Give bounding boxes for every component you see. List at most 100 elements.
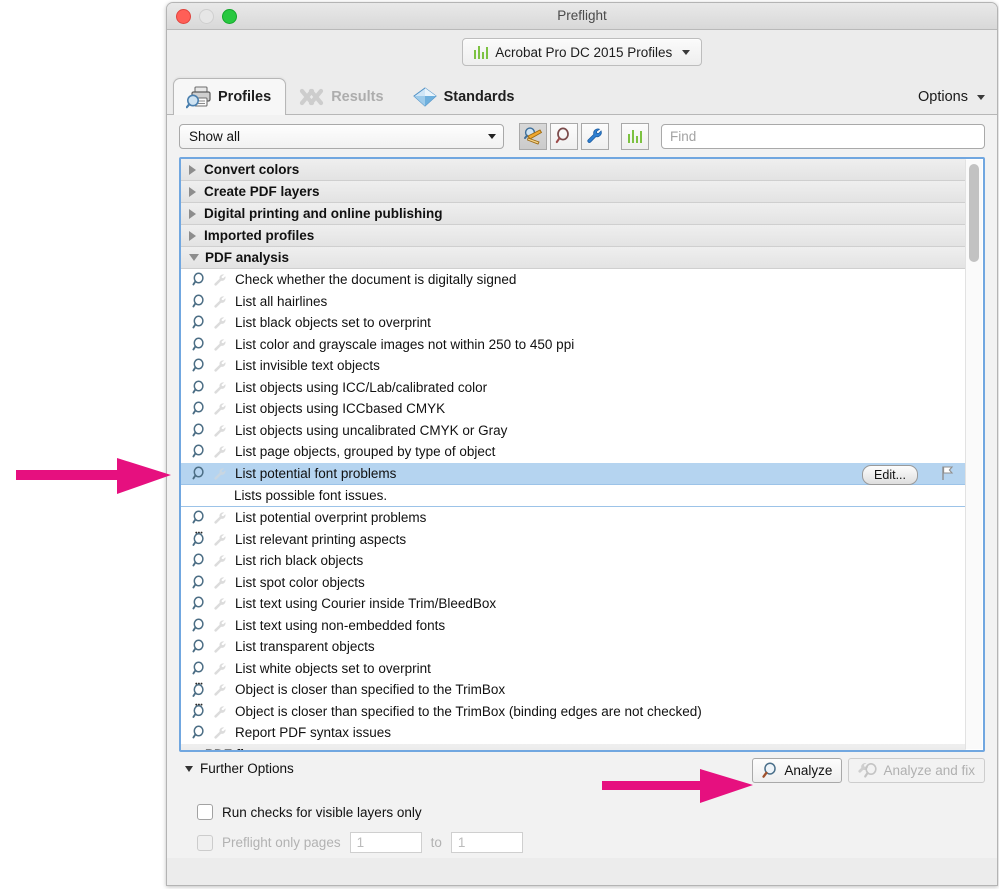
group-label: Create PDF layers bbox=[204, 184, 320, 199]
magnifier-icon bbox=[189, 596, 209, 611]
magnifier-icon bbox=[189, 510, 209, 525]
tab-standards[interactable]: Standards bbox=[399, 78, 530, 115]
wrench-icon-disabled bbox=[209, 683, 231, 696]
arrow-pointing-to-analyze-button bbox=[600, 766, 755, 806]
magnifier-icon bbox=[189, 423, 209, 438]
list-item-label: List text using non-embedded fonts bbox=[235, 617, 446, 633]
filter-dropdown[interactable]: Show all bbox=[179, 123, 504, 149]
wrench-icon-disabled bbox=[209, 554, 231, 567]
preflight-window: Preflight Acrobat Pro DC 2015 Profiles P… bbox=[166, 2, 998, 886]
group-label: PDF analysis bbox=[205, 250, 290, 265]
options-menu-button[interactable]: Options bbox=[918, 89, 985, 105]
group-label: Convert colors bbox=[204, 162, 300, 177]
list-item[interactable]: List rich black objects bbox=[181, 550, 966, 572]
list-item[interactable]: Report PDF syntax issues bbox=[181, 722, 966, 744]
magnifier-icon bbox=[189, 725, 209, 740]
edit-button[interactable]: Edit... bbox=[862, 464, 918, 485]
magnifier-icon bbox=[189, 639, 209, 654]
fixup-profiles-button[interactable] bbox=[581, 122, 609, 150]
triangle-right-icon bbox=[189, 208, 196, 219]
tab-results[interactable]: Results bbox=[286, 78, 398, 115]
favorite-profiles-button[interactable] bbox=[519, 122, 547, 150]
group-header-pdf-analysis[interactable]: PDF analysis bbox=[181, 247, 966, 269]
analyze-only-profiles-button[interactable] bbox=[550, 122, 578, 150]
group-header-digital-printing[interactable]: Digital printing and online publishing bbox=[181, 203, 966, 225]
list-item[interactable]: List transparent objects bbox=[181, 636, 966, 658]
list-item-label: List all hairlines bbox=[235, 293, 328, 309]
page-to-input[interactable]: 1 bbox=[450, 832, 523, 853]
list-item[interactable]: List text using non-embedded fonts bbox=[181, 615, 966, 637]
further-options-section: Further Options Analyze Analyze and fix … bbox=[179, 752, 985, 858]
analyze-button[interactable]: Analyze bbox=[752, 758, 843, 783]
all-profiles-button[interactable] bbox=[621, 122, 649, 150]
visible-layers-option[interactable]: Run checks for visible layers only bbox=[197, 804, 422, 820]
wrench-icon-disabled bbox=[209, 359, 231, 372]
group-header-pdf-fixups[interactable]: PDF fixups bbox=[181, 743, 966, 751]
filter-dropdown-value: Show all bbox=[189, 128, 241, 144]
triangle-right-icon bbox=[189, 230, 196, 241]
visible-layers-checkbox[interactable] bbox=[197, 804, 213, 820]
magnifier-icon bbox=[189, 618, 209, 633]
list-item[interactable]: List color and grayscale images not with… bbox=[181, 334, 966, 356]
wrench-icon-disabled bbox=[209, 597, 231, 610]
analyze-button-group: Analyze Analyze and fix bbox=[752, 758, 985, 783]
list-item-selected[interactable]: List potential font problems Edit... bbox=[181, 462, 966, 485]
list-item[interactable]: List page objects, grouped by type of ob… bbox=[181, 441, 966, 463]
list-item[interactable]: Object is closer than specified to the T… bbox=[181, 701, 966, 723]
list-item[interactable]: List all hairlines bbox=[181, 291, 966, 313]
profile-chooser-bar: Acrobat Pro DC 2015 Profiles bbox=[167, 30, 997, 74]
list-item[interactable]: List objects using ICC/Lab/calibrated co… bbox=[181, 377, 966, 399]
list-item[interactable]: List invisible text objects bbox=[181, 355, 966, 377]
list-item-label: List objects using uncalibrated CMYK or … bbox=[235, 422, 508, 438]
magnifier-icon bbox=[189, 466, 209, 481]
wrench-icon-disabled bbox=[209, 467, 231, 480]
magnifier-icon bbox=[189, 401, 209, 416]
list-item[interactable]: List spot color objects bbox=[181, 572, 966, 594]
page-from-input[interactable]: 1 bbox=[349, 832, 422, 853]
wrench-magnifier-icon bbox=[858, 762, 878, 779]
flag-dropdown[interactable] bbox=[941, 465, 958, 481]
profile-chooser-dropdown[interactable]: Acrobat Pro DC 2015 Profiles bbox=[461, 38, 703, 66]
wrench-icon-disabled bbox=[209, 705, 231, 718]
list-item[interactable]: List black objects set to overprint bbox=[181, 312, 966, 334]
wrench-icon-disabled bbox=[209, 316, 231, 329]
list-item[interactable]: Object is closer than specified to the T… bbox=[181, 679, 966, 701]
wrench-icon-disabled bbox=[209, 273, 231, 286]
further-options-toggle[interactable]: Further Options bbox=[185, 761, 294, 776]
list-item[interactable]: List text using Courier inside Trim/Blee… bbox=[181, 593, 966, 615]
list-item-label: List invisible text objects bbox=[235, 358, 380, 374]
profile-chooser-label: Acrobat Pro DC 2015 Profiles bbox=[495, 44, 673, 60]
magnifier-icon bbox=[189, 272, 209, 287]
wrench-icon-disabled bbox=[209, 381, 231, 394]
group-label: Imported profiles bbox=[204, 228, 315, 243]
list-item[interactable]: List white objects set to overprint bbox=[181, 658, 966, 680]
list-item[interactable]: Check whether the document is digitally … bbox=[181, 269, 966, 291]
triangle-right-icon bbox=[189, 164, 196, 175]
list-item-label: List text using Courier inside Trim/Blee… bbox=[235, 596, 497, 612]
to-label: to bbox=[430, 835, 442, 850]
list-item[interactable]: List objects using uncalibrated CMYK or … bbox=[181, 420, 966, 442]
search-placeholder: Find bbox=[670, 128, 697, 144]
group-header-convert-colors[interactable]: Convert colors bbox=[181, 159, 966, 181]
tab-profiles[interactable]: Profiles bbox=[173, 78, 287, 115]
group-header-create-pdf-layers[interactable]: Create PDF layers bbox=[181, 181, 966, 203]
list-item[interactable]: List objects using ICCbased CMYK bbox=[181, 398, 966, 420]
group-label: PDF fixups bbox=[205, 744, 276, 751]
chevron-down-icon bbox=[682, 49, 691, 55]
group-header-imported-profiles[interactable]: Imported profiles bbox=[181, 225, 966, 247]
search-input[interactable]: Find bbox=[661, 123, 985, 149]
toolbar-button-group bbox=[519, 122, 649, 150]
list-item[interactable]: List relevant printing aspects bbox=[181, 529, 966, 551]
analyze-and-fix-button[interactable]: Analyze and fix bbox=[848, 758, 985, 783]
preflight-pages-checkbox[interactable] bbox=[197, 834, 213, 851]
profiles-list-content: Convert colors Create PDF layers Digital… bbox=[181, 159, 966, 750]
wrench-icon-disabled bbox=[209, 576, 231, 589]
preflight-pages-option[interactable]: Preflight only pages 1 to 1 bbox=[197, 832, 532, 853]
list-item[interactable]: List potential overprint problems bbox=[181, 507, 966, 529]
magnifier-dots-icon bbox=[189, 703, 209, 719]
printer-magnifier-icon bbox=[186, 85, 212, 109]
list-item-label: List color and grayscale images not with… bbox=[235, 336, 575, 352]
triangle-down-icon bbox=[189, 254, 199, 261]
scrollbar-thumb[interactable] bbox=[969, 164, 979, 262]
list-scrollbar[interactable] bbox=[965, 160, 982, 749]
